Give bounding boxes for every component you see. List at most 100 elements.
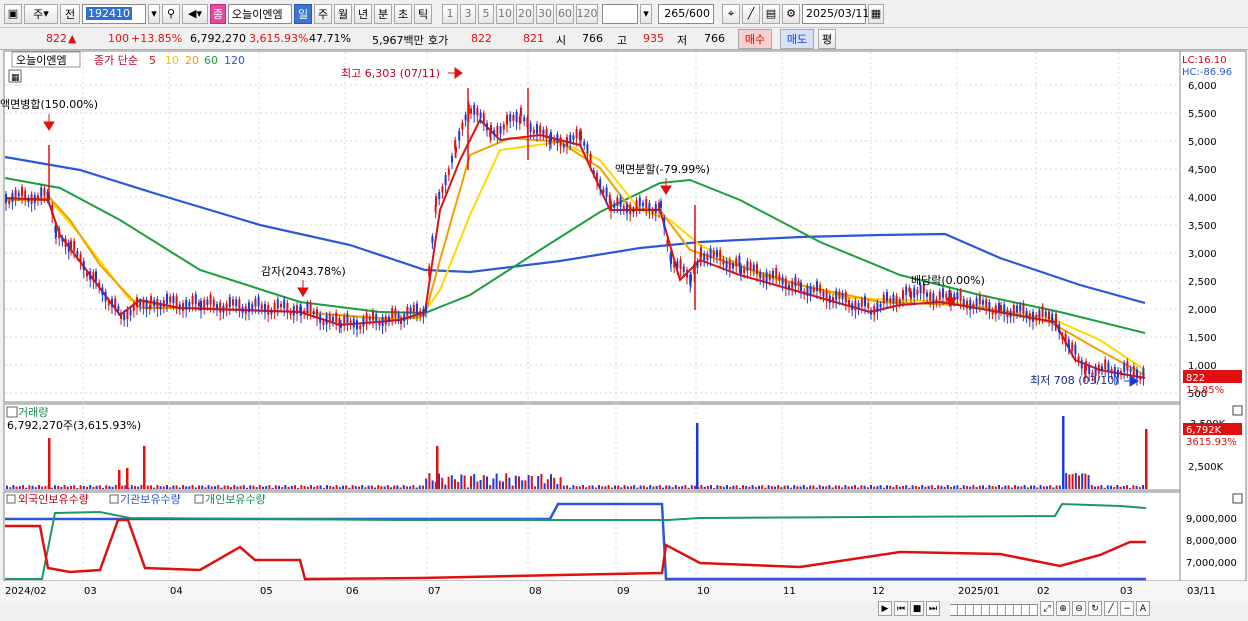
period-second[interactable]: 초 (394, 3, 412, 24)
count-120[interactable]: 120 (576, 3, 598, 24)
candle-body (966, 300, 968, 309)
volume-bar (818, 485, 821, 489)
table-icon: ▦ (11, 73, 20, 83)
count-1[interactable]: 1 (442, 3, 458, 24)
volume-bar (326, 485, 328, 489)
stock-chart[interactable]: 오늘이엔엠 종가 단순 5 10 20 60 120 ▦ LC:16.10 HC… (0, 50, 1248, 621)
candle-body (916, 289, 919, 295)
date-input[interactable]: 2025/03/11 (802, 3, 869, 24)
volume-bar (620, 487, 623, 489)
volume-bar (521, 480, 524, 489)
volume-bar (92, 486, 95, 489)
first-icon[interactable]: ⏮ (894, 601, 908, 616)
open-price: 766 (582, 32, 603, 45)
price-panel[interactable] (3, 50, 1181, 403)
candle-body (706, 253, 709, 261)
current-price-tag-text: 822 (1186, 373, 1205, 384)
volume-bar (1135, 485, 1138, 489)
stop-icon[interactable]: ■ (910, 601, 924, 616)
candle-body (629, 204, 632, 214)
volume-title: 거래량 (18, 406, 48, 419)
period-week[interactable]: 주 (314, 3, 332, 24)
current-volume-pct: 3615.93% (1186, 437, 1237, 448)
custom-count-input[interactable] (602, 3, 638, 24)
candle-body (663, 217, 666, 228)
count-60[interactable]: 60 (556, 3, 574, 24)
volume-bar (230, 487, 232, 489)
zoom-fit-icon[interactable]: ⤢ (1040, 601, 1054, 616)
count-10[interactable]: 10 (496, 3, 514, 24)
stock-name-field[interactable]: 오늘이엔엠 (228, 3, 292, 24)
prev-button[interactable]: 전 (60, 3, 80, 24)
volume-bar (1046, 486, 1048, 489)
last-icon[interactable]: ⏭ (926, 601, 940, 616)
period-year[interactable]: 년 (354, 3, 372, 24)
zoom-out-icon[interactable]: ⊖ (1072, 601, 1086, 616)
volume-bar (185, 486, 188, 489)
candle-body (490, 124, 492, 134)
legend-individual: 개인보유수량 (205, 493, 266, 506)
period-day[interactable]: 일 (294, 3, 312, 24)
sell-button[interactable]: 매도 (780, 29, 814, 49)
candle-body (33, 195, 36, 204)
calendar-icon[interactable]: ▦ (868, 3, 884, 24)
hc-label: HC:-86.96 (1182, 67, 1232, 78)
zoom-in-icon[interactable]: ⊕ (1056, 601, 1070, 616)
candle-body (403, 314, 406, 322)
volume-bar (850, 486, 853, 489)
period-minute[interactable]: 분 (374, 3, 392, 24)
buy-button[interactable]: 매수 (738, 29, 772, 49)
count-dropdown-icon[interactable]: ▾ (640, 3, 652, 24)
candle-body (556, 134, 559, 144)
save-icon[interactable]: ▤ (762, 3, 780, 24)
volume-bar (322, 487, 325, 489)
candle-body (994, 305, 997, 315)
candle-body (372, 311, 374, 321)
candle-body (562, 143, 565, 148)
candle-body (51, 205, 54, 216)
volume-bar (578, 486, 581, 489)
range-input[interactable]: 265/600 (658, 3, 714, 24)
period-tick[interactable]: 틱 (414, 3, 432, 24)
candle-body (241, 307, 244, 313)
candle-body (400, 317, 402, 324)
candle-body (632, 209, 635, 213)
count-20[interactable]: 20 (516, 3, 534, 24)
volume-bar (22, 485, 24, 489)
font-size-icon[interactable]: A (1136, 601, 1150, 616)
panel-close-icon[interactable] (1232, 405, 1243, 416)
volume-bar (370, 485, 373, 489)
candle-body (332, 316, 334, 322)
volume-bar (1122, 485, 1125, 489)
stock-code-input[interactable]: 192410 (82, 3, 146, 24)
zoom-slider[interactable] (950, 604, 1038, 616)
count-30[interactable]: 30 (536, 3, 554, 24)
draw-tool-icon[interactable]: ╱ (742, 3, 760, 24)
candle-body (784, 278, 787, 289)
volume-bar (358, 486, 360, 489)
volume-bar (265, 485, 268, 489)
volume-bar (1068, 474, 1071, 489)
gear-icon[interactable]: ⚙ (782, 3, 800, 24)
code-dropdown-icon[interactable]: ▾ (148, 3, 160, 24)
panel-close-icon[interactable] (1232, 493, 1243, 504)
volume-bar (1058, 485, 1061, 489)
volume-panel[interactable] (3, 403, 1181, 491)
window-menu-icon[interactable]: ▣ (4, 3, 22, 24)
period-dropdown[interactable]: 주 ▾ (24, 3, 58, 24)
crosshair-icon[interactable]: ⌖ (722, 3, 740, 24)
count-5[interactable]: 5 (478, 3, 494, 24)
scroll-right-icon[interactable]: ▶ (878, 601, 892, 616)
speaker-icon[interactable]: ◀▾ (182, 3, 208, 24)
panel-settings-icon[interactable] (6, 406, 18, 418)
refresh-icon[interactable]: ↻ (1088, 601, 1102, 616)
search-icon[interactable]: ⚲ (162, 3, 180, 24)
volume-bar (409, 486, 412, 489)
period-month[interactable]: 월 (334, 3, 352, 24)
eval-button[interactable]: 평 (818, 29, 836, 49)
volume-bar (1129, 487, 1132, 489)
chart-navigation: ▶ ⏮ ■ ⏭ ⤢ ⊕ ⊖ ↻ ╱ − A (878, 601, 1150, 619)
line-tool-icon[interactable]: ╱ (1104, 601, 1118, 616)
minus-icon[interactable]: − (1120, 601, 1134, 616)
count-3[interactable]: 3 (460, 3, 476, 24)
